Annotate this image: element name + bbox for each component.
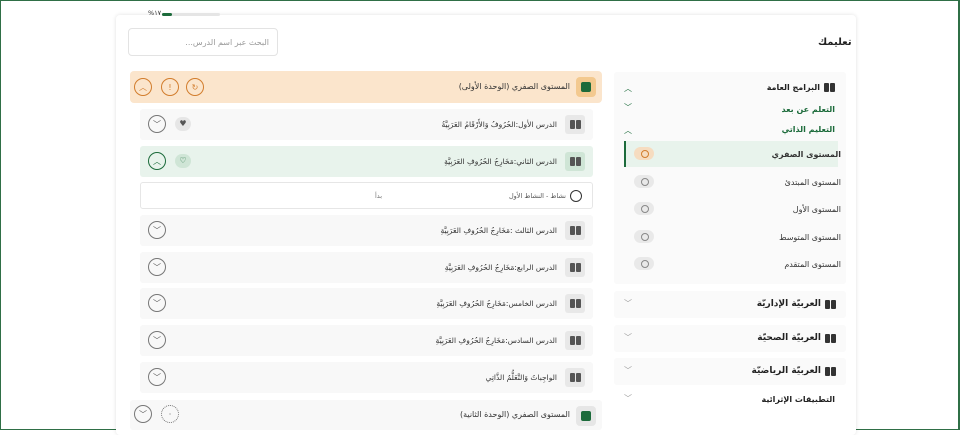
chevron-down-icon[interactable]: ﹀: [134, 405, 152, 423]
activity-status: بدأ: [375, 192, 383, 200]
sidebar-distance-learning[interactable]: التعلم عن بعد: [782, 105, 835, 114]
sidebar-level-0[interactable]: المستوى الصفري: [772, 150, 841, 159]
chevron-down-icon[interactable]: ﹀: [148, 331, 166, 349]
unit-icon: [576, 77, 596, 97]
book-icon: [825, 333, 836, 343]
lesson-row[interactable]: الدرس الثالث :مَخَارِجُ الحُرُوفِ العَرَ…: [140, 215, 593, 246]
chevron-down-icon[interactable]: ﹀: [624, 395, 632, 403]
progress-fill: [162, 13, 172, 16]
chevron-down-icon[interactable]: ﹀: [148, 221, 166, 239]
unit-title: المستوى الصفري (الوحدة الثانية): [460, 410, 570, 419]
refresh-icon[interactable]: ↻: [186, 78, 204, 96]
collapse-icon[interactable]: ︿: [134, 78, 152, 96]
lesson-row[interactable]: الدرس الخامس:مَخَارِجُ الحُرُوفِ العَرَب…: [140, 288, 593, 319]
lesson-row-active[interactable]: الدرس الثاني:مَخَارِجُ الحُرُوفِ العَرَب…: [140, 146, 593, 177]
book-icon: [565, 294, 585, 313]
sidebar-general-programs[interactable]: البرامج العامة: [767, 83, 835, 92]
lesson-row[interactable]: الواجِباتُ وَالتَّعَلُّمُ الذَّاتِي ﹀: [140, 362, 593, 393]
sidebar-category-sports[interactable]: العربيّة الرياضيّة ﹀: [614, 358, 846, 385]
activity-label: نشاط - النشاط الأول: [508, 192, 566, 200]
loading-icon: ·: [161, 405, 179, 423]
sidebar-self-learning[interactable]: التعليم الذاتي: [782, 125, 835, 134]
unit-header[interactable]: المستوى الصفري (الوحدة الأولى) ︿ ! ↻: [130, 71, 602, 103]
chevron-down-icon[interactable]: ﹀: [624, 104, 632, 112]
sidebar-level-1[interactable]: المستوى المبتدئ: [785, 178, 841, 187]
chevron-down-icon[interactable]: ﹀: [148, 368, 166, 386]
sidebar-category-admin[interactable]: العربيّة الإداريّة ﹀: [614, 291, 846, 318]
target-icon: [634, 230, 654, 243]
sidebar-level-2[interactable]: المستوى الأول: [793, 205, 841, 214]
sidebar-level-4[interactable]: المستوى المتقدم: [784, 260, 841, 269]
chevron-down-icon: ﹀: [624, 366, 632, 375]
chevron-down-icon: ﹀: [624, 333, 632, 342]
unit-icon: [576, 406, 596, 426]
book-icon: [825, 299, 836, 309]
page-title: تعليمك: [818, 37, 852, 48]
chevron-down-icon[interactable]: ﹀: [148, 115, 166, 133]
sidebar-level-3[interactable]: المستوى المتوسط: [779, 233, 841, 242]
heart-icon[interactable]: ♡: [175, 154, 191, 168]
lesson-row[interactable]: الدرس الرابع:مَخَارِجُ الحُرُوفِ العَرَب…: [140, 252, 593, 283]
sidebar-enrichment-apps[interactable]: التطبيقات الإثرائية: [762, 395, 835, 404]
chevron-down-icon: ﹀: [624, 299, 632, 308]
book-icon: [825, 366, 836, 376]
book-icon: [565, 221, 585, 240]
search-input[interactable]: البحث عبر اسم الدرس...: [128, 28, 278, 56]
book-icon: [565, 368, 585, 387]
sidebar-category-health[interactable]: العربيّة الصحيّة ﹀: [614, 325, 846, 352]
book-icon: [824, 83, 835, 92]
unit-header[interactable]: المستوى الصفري (الوحدة الثانية) ﹀ ·: [130, 400, 602, 430]
chevron-up-icon[interactable]: ︿: [624, 85, 632, 93]
activity-icon: [570, 190, 582, 202]
target-icon: [634, 257, 654, 270]
book-icon: [565, 331, 585, 350]
book-icon: [565, 115, 585, 134]
target-icon: [634, 202, 654, 215]
target-icon: [634, 147, 654, 160]
lesson-row[interactable]: الدرس السادس:مَخَارِجُ الحُرُوفِ العَرَب…: [140, 325, 593, 356]
heart-icon[interactable]: ♥: [175, 117, 191, 131]
chevron-up-icon[interactable]: ︿: [624, 127, 632, 135]
chevron-up-icon[interactable]: ︿: [148, 152, 166, 170]
info-icon[interactable]: !: [161, 78, 179, 96]
activity-row[interactable]: نشاط - النشاط الأول بدأ: [140, 182, 593, 209]
book-icon: [565, 258, 585, 277]
unit-title: المستوى الصفري (الوحدة الأولى): [458, 82, 570, 91]
progress-bar: [162, 13, 220, 16]
lesson-row[interactable]: الدرس الأول:الحُرُوفُ وَالأَرْقَامُ العَ…: [140, 109, 593, 140]
chevron-down-icon[interactable]: ﹀: [148, 258, 166, 276]
book-icon: [565, 152, 585, 171]
progress-percent: %١٧: [148, 9, 162, 17]
chevron-down-icon[interactable]: ﹀: [148, 294, 166, 312]
target-icon: [634, 175, 654, 188]
